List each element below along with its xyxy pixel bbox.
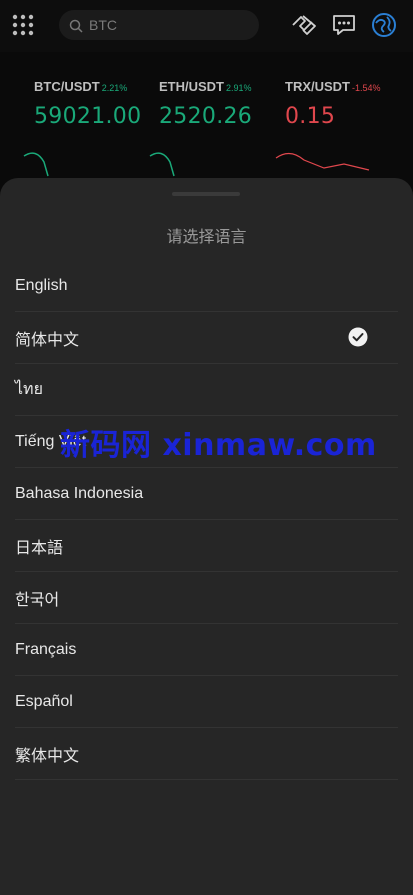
ticker-change: 2.21%: [101, 83, 128, 93]
language-list: English 简体中文 ไทย Tiếng Việt Bahasa Indon…: [15, 260, 398, 780]
ticker-price: 2520.26: [159, 104, 253, 129]
ticker-pair: BTC/USDT: [34, 79, 100, 94]
language-option-spanish[interactable]: Español: [15, 676, 398, 728]
ticker-pair: TRX/USDT: [285, 79, 350, 94]
language-option-japanese[interactable]: 日本語: [15, 520, 398, 572]
search-input[interactable]: BTC: [59, 10, 259, 40]
language-label: Tiếng Việt: [15, 432, 87, 450]
language-label: Español: [15, 692, 73, 710]
language-sheet: 请选择语言 English 简体中文 ไทย Tiếng Việt Bahasa…: [0, 178, 413, 895]
language-label: 简体中文: [15, 331, 80, 349]
top-bar: BTC: [0, 0, 413, 52]
language-option-french[interactable]: Français: [15, 624, 398, 676]
language-label: ไทย: [15, 381, 43, 398]
language-label: 한국어: [15, 591, 60, 609]
ticker-price: 59021.00: [34, 104, 142, 129]
app-screen: BTC BTC/USDT 2.21% 59021.00 ETH/USDT 2.9…: [0, 0, 413, 895]
ticker-change: -1.54%: [352, 83, 381, 93]
language-option-korean[interactable]: 한국어: [15, 572, 398, 624]
ticker-price: 0.15: [285, 104, 336, 129]
language-option-thai[interactable]: ไทย: [15, 364, 398, 416]
message-icon[interactable]: [331, 12, 357, 38]
language-label: Français: [15, 640, 77, 658]
ticker-change: 2.91%: [226, 83, 252, 93]
language-label: English: [15, 276, 68, 294]
language-option-simplified-chinese[interactable]: 简体中文: [15, 312, 398, 364]
search-icon: [69, 18, 83, 33]
language-option-vietnamese[interactable]: Tiếng Việt: [15, 416, 398, 468]
globe-icon[interactable]: [371, 12, 397, 38]
language-option-indonesian[interactable]: Bahasa Indonesia: [15, 468, 398, 520]
apps-grid-icon[interactable]: [12, 14, 34, 36]
ticker-eth[interactable]: ETH/USDT 2.91% 2520.26: [159, 76, 252, 129]
search-placeholder: BTC: [89, 17, 117, 33]
ticker-pair: ETH/USDT: [159, 79, 224, 94]
language-option-traditional-chinese[interactable]: 繁体中文: [15, 728, 398, 780]
language-label: 繁体中文: [15, 747, 80, 765]
language-label: Bahasa Indonesia: [15, 484, 144, 502]
ticker-strip: BTC/USDT 2.21% 59021.00 ETH/USDT 2.91% 252…: [0, 60, 413, 180]
language-label: 日本語: [15, 539, 64, 557]
sheet-drag-handle[interactable]: [172, 192, 240, 196]
ticker-btc[interactable]: BTC/USDT 2.21% 59021.00: [34, 76, 141, 129]
handshake-icon[interactable]: [291, 12, 317, 38]
language-option-english[interactable]: English: [15, 260, 398, 312]
ticker-trx[interactable]: TRX/USDT -1.54% 0.15: [285, 76, 381, 129]
checkmark-icon: [348, 327, 368, 347]
sheet-title: 请选择语言: [166, 227, 247, 246]
